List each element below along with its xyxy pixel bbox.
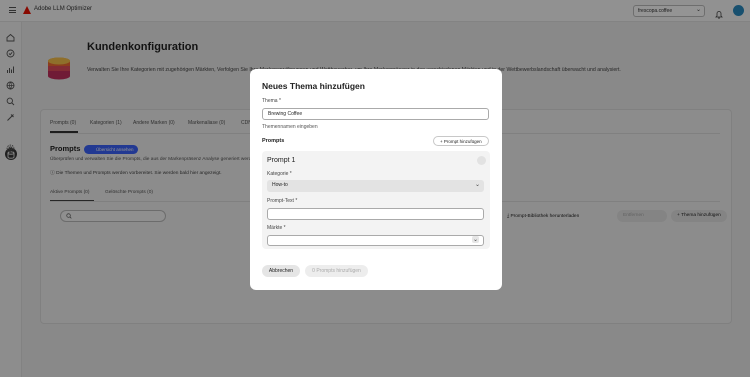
topic-input-value: Brewing Coffee [268,111,303,117]
category-select[interactable]: How-to ⌄ [267,180,484,192]
add-prompt-button[interactable]: + Prompt hinzufügen [433,136,489,146]
topic-input[interactable]: Brewing Coffee [262,108,489,120]
prompt-text-input[interactable] [267,208,484,220]
markets-label-text: Märkte [267,225,283,231]
category-select-value: How-to [272,182,288,188]
markets-label: Märkte * [267,225,286,231]
topic-label: Thema * [262,98,281,104]
category-label: Kategorie * [267,171,292,177]
topic-helper-text: Themennamen eingeben [262,124,318,130]
chevron-down-icon: ⌄ [474,182,480,188]
markets-select[interactable]: ⌄ [267,235,484,246]
add-topic-dialog: Neues Thema hinzufügen Thema * Brewing C… [250,69,502,290]
prompt-text-label: Prompt-Text * [267,198,298,204]
topic-label-text: Thema [262,98,278,104]
prompt-title: Prompt 1 [267,157,296,164]
chevron-down-icon: ⌄ [471,236,479,243]
dialog-title: Neues Thema hinzufügen [262,81,365,91]
delete-prompt-icon[interactable] [477,156,486,165]
prompt-text-label-text: Prompt-Text [267,198,294,204]
prompts-heading: Prompts [262,138,285,144]
category-label-text: Kategorie [267,171,289,177]
add-prompt-label: Prompt hinzufügen [443,139,482,144]
prompt-card: Prompt 1 Kategorie * How-to ⌄ Prompt-Tex… [262,151,490,249]
add-prompts-button[interactable]: 0 Prompts hinzufügen [305,265,368,277]
cancel-button[interactable]: Abbrechen [262,265,300,277]
